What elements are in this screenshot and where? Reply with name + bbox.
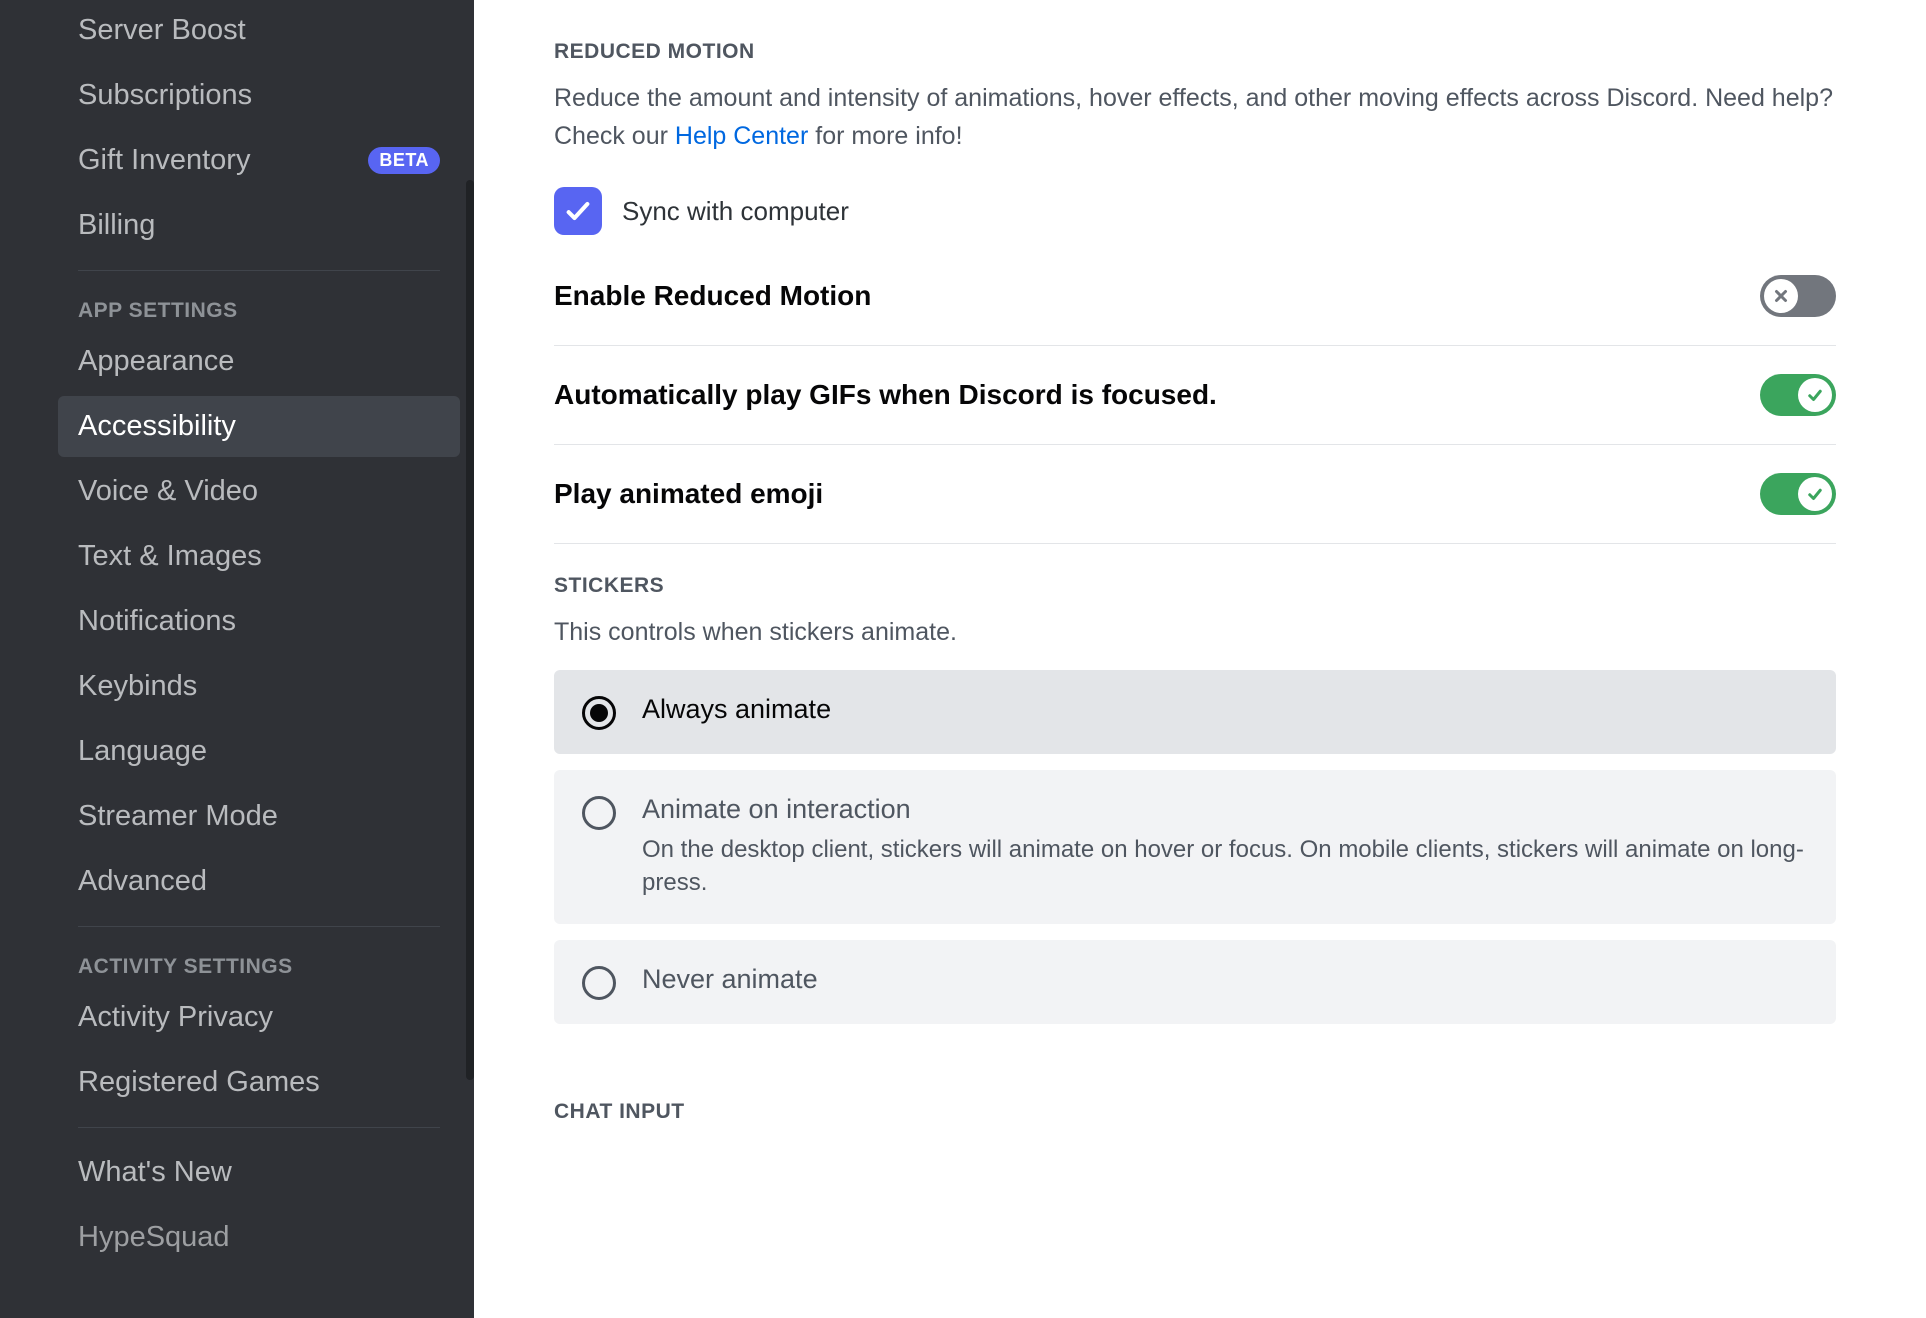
- settings-sidebar: Server Boost Subscriptions Gift Inventor…: [0, 0, 474, 1318]
- radio-label: Never animate: [642, 964, 818, 995]
- section-title-chat-input: CHAT INPUT: [554, 1100, 1836, 1124]
- sidebar-item-label: Billing: [78, 209, 155, 242]
- sidebar-item-label: Keybinds: [78, 670, 197, 703]
- sync-checkbox-label: Sync with computer: [622, 196, 849, 227]
- section-desc-stickers: This controls when stickers animate.: [554, 614, 1836, 652]
- sidebar-item-accessibility[interactable]: Accessibility: [58, 396, 460, 457]
- sidebar-item-voice-video[interactable]: Voice & Video: [58, 461, 460, 522]
- check-icon: [1806, 485, 1824, 503]
- sidebar-item-server-boost[interactable]: Server Boost: [58, 0, 460, 61]
- sidebar-item-text-images[interactable]: Text & Images: [58, 526, 460, 587]
- sidebar-item-advanced[interactable]: Advanced: [58, 851, 460, 912]
- radio-label: Animate on interaction: [642, 794, 1808, 825]
- sidebar-item-label: Text & Images: [78, 540, 262, 573]
- checkmark-icon: [564, 197, 592, 225]
- sidebar-item-label: What's New: [78, 1156, 232, 1189]
- help-center-link[interactable]: Help Center: [675, 122, 808, 150]
- sidebar-item-gift-inventory[interactable]: Gift Inventory BETA: [58, 130, 460, 191]
- sidebar-header-app-settings: APP SETTINGS: [58, 285, 460, 331]
- check-icon: [1806, 386, 1824, 404]
- sidebar-item-label: Voice & Video: [78, 475, 258, 508]
- sidebar-item-label: Gift Inventory: [78, 144, 250, 177]
- sidebar-item-language[interactable]: Language: [58, 721, 460, 782]
- section-desc-reduced-motion: Reduce the amount and intensity of anima…: [554, 80, 1836, 155]
- sidebar-divider: [78, 926, 440, 927]
- sidebar-item-label: Registered Games: [78, 1066, 320, 1099]
- x-icon: [1772, 287, 1790, 305]
- sidebar-item-label: Accessibility: [78, 410, 236, 443]
- sidebar-item-billing[interactable]: Billing: [58, 195, 460, 256]
- sidebar-item-whats-new[interactable]: What's New: [58, 1142, 460, 1203]
- toggle-row-animated-emoji: Play animated emoji: [554, 445, 1836, 544]
- sidebar-item-label: Notifications: [78, 605, 236, 638]
- toggle-knob: [1798, 378, 1832, 412]
- sidebar-item-hypesquad[interactable]: HypeSquad: [58, 1207, 460, 1268]
- radio-inner-dot: [590, 704, 608, 722]
- radio-circle: [582, 966, 616, 1000]
- sidebar-item-label: Server Boost: [78, 14, 246, 47]
- toggle-row-enable-reduced-motion: Enable Reduced Motion: [554, 275, 1836, 346]
- section-title-stickers: STICKERS: [554, 574, 1836, 598]
- sidebar-item-notifications[interactable]: Notifications: [58, 591, 460, 652]
- sync-with-computer-row[interactable]: Sync with computer: [554, 187, 1836, 235]
- toggle-label: Automatically play GIFs when Discord is …: [554, 379, 1217, 411]
- sidebar-item-label: Activity Privacy: [78, 1001, 273, 1034]
- sidebar-item-label: Advanced: [78, 865, 207, 898]
- toggle-label: Play animated emoji: [554, 478, 823, 510]
- settings-content: REDUCED MOTION Reduce the amount and int…: [474, 0, 1926, 1318]
- sidebar-item-subscriptions[interactable]: Subscriptions: [58, 65, 460, 126]
- toggle-enable-reduced-motion[interactable]: [1760, 275, 1836, 317]
- beta-badge: BETA: [368, 147, 440, 174]
- sidebar-item-label: Appearance: [78, 345, 234, 378]
- stickers-radio-group: Always animate Animate on interaction On…: [554, 670, 1836, 1024]
- radio-label: Always animate: [642, 694, 831, 725]
- radio-never-animate[interactable]: Never animate: [554, 940, 1836, 1024]
- toggle-label: Enable Reduced Motion: [554, 280, 871, 312]
- sidebar-item-label: HypeSquad: [78, 1221, 230, 1254]
- toggle-animated-emoji[interactable]: [1760, 473, 1836, 515]
- sidebar-scrollbar[interactable]: [466, 0, 474, 1318]
- toggle-knob: [1798, 477, 1832, 511]
- sidebar-divider: [78, 270, 440, 271]
- scrollbar-thumb[interactable]: [466, 180, 474, 1080]
- sidebar-item-keybinds[interactable]: Keybinds: [58, 656, 460, 717]
- radio-circle: [582, 696, 616, 730]
- radio-animate-on-interaction[interactable]: Animate on interaction On the desktop cl…: [554, 770, 1836, 924]
- sidebar-item-streamer-mode[interactable]: Streamer Mode: [58, 786, 460, 847]
- radio-circle: [582, 796, 616, 830]
- radio-always-animate[interactable]: Always animate: [554, 670, 1836, 754]
- sidebar-header-activity-settings: ACTIVITY SETTINGS: [58, 941, 460, 987]
- sidebar-item-label: Streamer Mode: [78, 800, 278, 833]
- radio-sublabel: On the desktop client, stickers will ani…: [642, 833, 1808, 900]
- sync-checkbox[interactable]: [554, 187, 602, 235]
- section-title-reduced-motion: REDUCED MOTION: [554, 40, 1836, 64]
- sidebar-divider: [78, 1127, 440, 1128]
- toggle-play-gifs[interactable]: [1760, 374, 1836, 416]
- desc-text: for more info!: [808, 122, 962, 150]
- sidebar-item-appearance[interactable]: Appearance: [58, 331, 460, 392]
- toggle-knob: [1764, 279, 1798, 313]
- toggle-row-play-gifs: Automatically play GIFs when Discord is …: [554, 346, 1836, 445]
- sidebar-item-activity-privacy[interactable]: Activity Privacy: [58, 987, 460, 1048]
- sidebar-item-label: Language: [78, 735, 207, 768]
- sidebar-item-label: Subscriptions: [78, 79, 252, 112]
- sidebar-item-registered-games[interactable]: Registered Games: [58, 1052, 460, 1113]
